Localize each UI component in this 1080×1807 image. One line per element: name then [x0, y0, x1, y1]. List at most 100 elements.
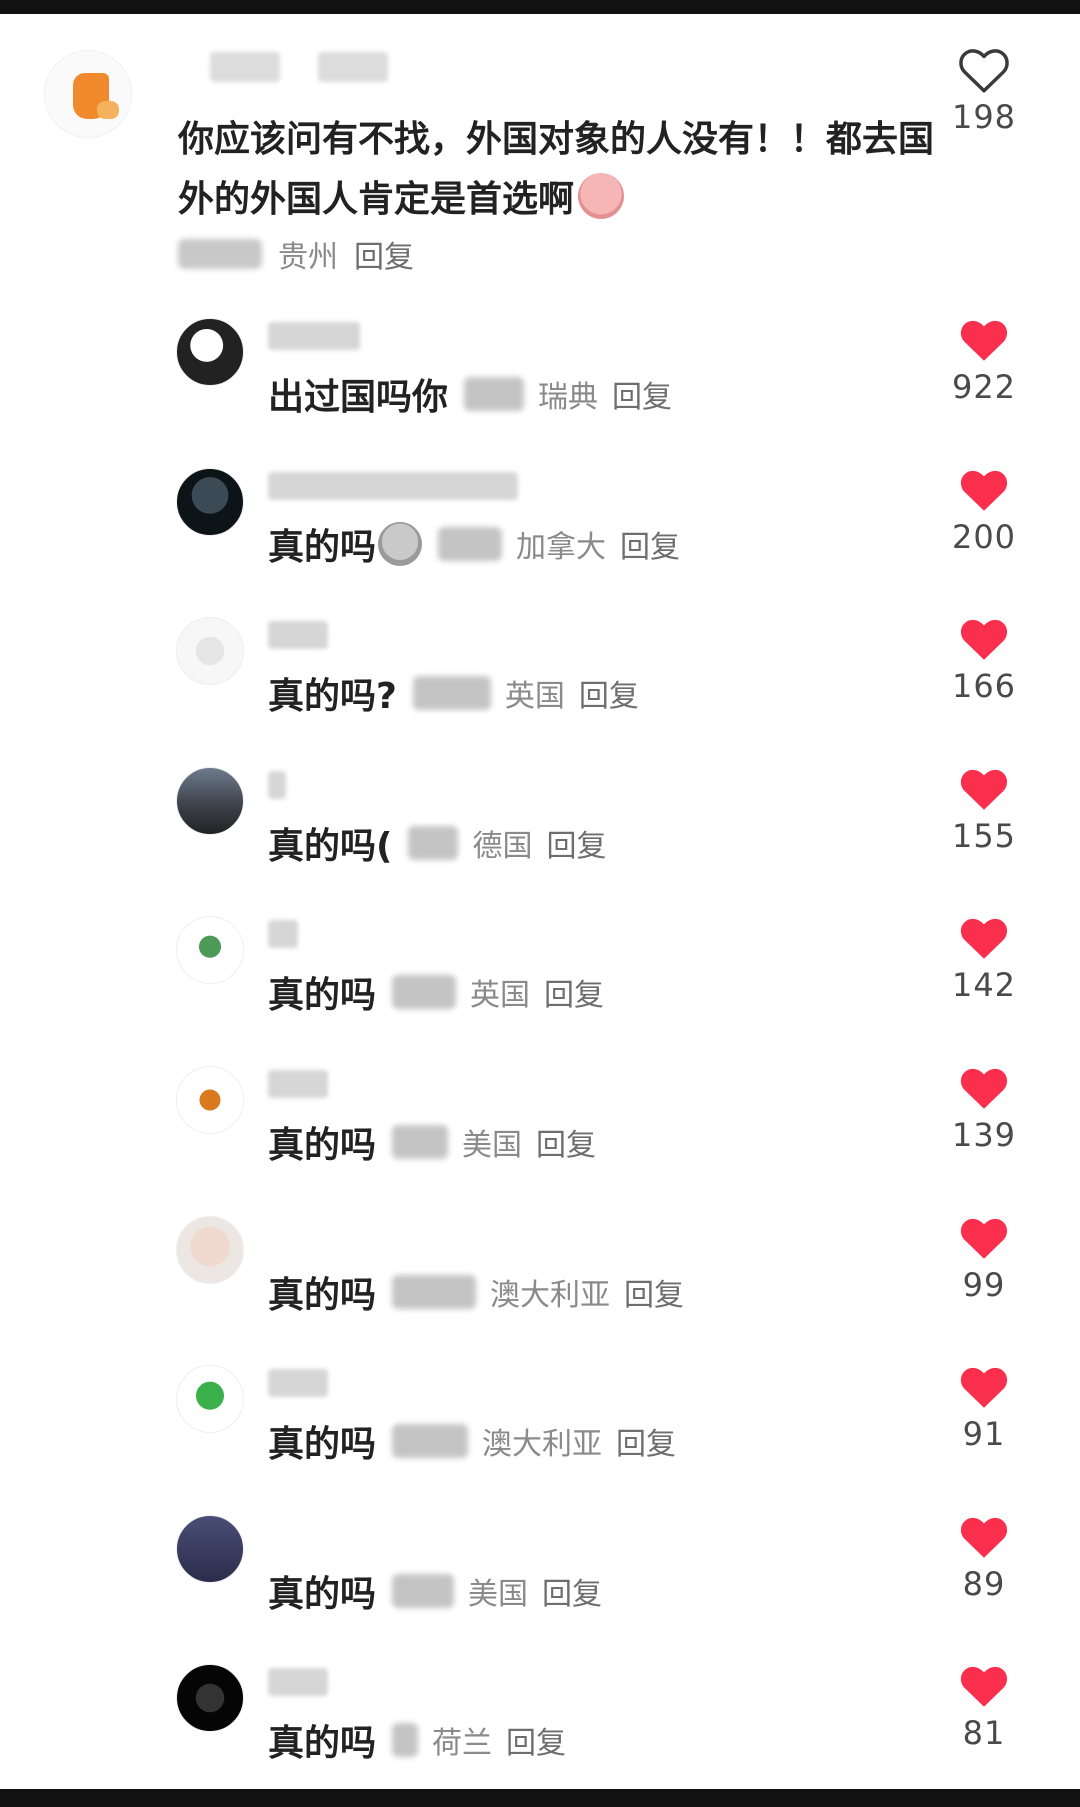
- like-count: 200: [951, 517, 1017, 556]
- reply-line: 真的吗(德国 回复: [268, 817, 606, 869]
- reply-item: 真的吗(德国 回复 155: [0, 759, 1080, 908]
- like-count: 139: [951, 1116, 1017, 1154]
- location-label: 加拿大: [516, 529, 607, 565]
- comment-text: 你应该问有不找，外国对象的人没有！！都去国外的外国人肯定是首选啊: [178, 119, 935, 220]
- username-blurred: [268, 770, 286, 799]
- reply-button[interactable]: 回复: [544, 970, 604, 1014]
- reply-text: 真的吗: [268, 1125, 377, 1166]
- location-label: 美国: [462, 1128, 523, 1163]
- reply-button[interactable]: 回复: [506, 1718, 566, 1762]
- anime-girl-avatar[interactable]: [176, 318, 244, 386]
- reply-line: 真的吗 美国 回复: [268, 1116, 596, 1168]
- grey-face-emoji-icon: [378, 521, 423, 566]
- reply-line: 真的吗 英国 回复: [268, 966, 604, 1018]
- time-blurred: [438, 526, 503, 561]
- username-blurred: [268, 322, 360, 350]
- like-count: 81: [962, 1714, 1006, 1753]
- building-avatar[interactable]: [176, 766, 244, 835]
- like-button[interactable]: 81: [924, 1662, 1044, 1752]
- reply-text: 真的吗: [268, 1274, 377, 1316]
- like-button[interactable]: 99: [924, 1214, 1044, 1304]
- reply-line: 真的吗 荷兰 回复: [268, 1714, 566, 1766]
- reply-button[interactable]: 回复: [616, 1419, 676, 1463]
- time-blurred: [392, 1723, 419, 1758]
- like-count: 99: [962, 1265, 1006, 1304]
- reply-text: 真的吗: [268, 1723, 377, 1765]
- dark-figure-avatar[interactable]: [176, 467, 244, 536]
- like-button[interactable]: 91: [924, 1363, 1044, 1453]
- like-button[interactable]: 200: [924, 466, 1044, 556]
- username-blurred: [268, 1369, 328, 1398]
- location-label: 澳大利亚: [490, 1277, 611, 1313]
- username-blurred: [268, 1668, 328, 1697]
- heart-filled-icon: [960, 1218, 1008, 1259]
- like-count: 155: [951, 816, 1017, 855]
- reply-text: 真的吗: [268, 526, 377, 568]
- like-button[interactable]: 198: [924, 46, 1044, 136]
- heart-filled-icon: [960, 1517, 1008, 1558]
- broccoli-green-avatar[interactable]: [176, 1365, 244, 1434]
- reply-line: 真的吗 澳大利亚 回复: [268, 1415, 676, 1467]
- reply-button[interactable]: 回复: [546, 821, 606, 865]
- reply-button[interactable]: 回复: [612, 372, 672, 416]
- heart-filled-icon: [960, 620, 1008, 660]
- night-sky-avatar[interactable]: [176, 1514, 244, 1583]
- reply-item: 真的吗 加拿大 回复 200: [0, 460, 1080, 609]
- reply-button[interactable]: 回复: [579, 671, 639, 715]
- reply-text: 真的吗: [268, 975, 377, 1017]
- like-button[interactable]: 155: [924, 765, 1044, 855]
- like-button[interactable]: 142: [924, 914, 1044, 1004]
- time-blurred: [412, 676, 491, 711]
- heart-filled-icon: [960, 769, 1008, 810]
- reply-item: 真的吗 美国 回复 139: [0, 1058, 1080, 1207]
- location-label: 荷兰: [432, 1726, 493, 1762]
- like-button[interactable]: 89: [924, 1513, 1044, 1603]
- location-label: 贵州: [278, 240, 338, 275]
- time-blurred: [392, 975, 457, 1010]
- location-label: 美国: [468, 1576, 529, 1612]
- reply-line: 真的吗 美国 回复: [268, 1565, 602, 1617]
- time-blurred: [178, 239, 262, 269]
- reply-button[interactable]: 回复: [542, 1569, 602, 1613]
- like-count: 142: [951, 966, 1017, 1005]
- reply-button[interactable]: 回复: [620, 522, 680, 566]
- reply-button[interactable]: 回复: [536, 1120, 596, 1164]
- reply-line: 真的吗 澳大利亚 回复: [268, 1266, 684, 1318]
- reply-button[interactable]: 回复: [624, 1270, 684, 1314]
- username-blurred: [210, 52, 280, 82]
- reply-item: 真的吗? 英国 回复 166: [0, 609, 1080, 758]
- white-bag-avatar[interactable]: [176, 617, 244, 686]
- burger-avatar[interactable]: [176, 1066, 244, 1134]
- heart-filled-icon: [960, 1667, 1008, 1708]
- reply-item: 真的吗 澳大利亚 回复 91: [0, 1357, 1080, 1506]
- like-button[interactable]: 166: [924, 615, 1044, 705]
- heart-filled-icon: [960, 1068, 1008, 1109]
- reply-item: 真的吗 英国 回复 142: [0, 908, 1080, 1057]
- heart-outline-icon: [959, 49, 1009, 93]
- like-button[interactable]: 922: [924, 316, 1044, 406]
- anime-boy-avatar[interactable]: [176, 1215, 244, 1284]
- like-count: 922: [951, 368, 1017, 406]
- time-blurred: [392, 1274, 477, 1309]
- like-button[interactable]: 139: [924, 1064, 1044, 1154]
- reply-item: 真的吗 美国 回复 89: [0, 1507, 1080, 1656]
- location-label: 英国: [470, 978, 531, 1014]
- like-count: 89: [962, 1564, 1006, 1603]
- time-blurred: [392, 1125, 449, 1159]
- reply-item: 真的吗 荷兰 回复 81: [0, 1656, 1080, 1805]
- heart-filled-icon: [960, 470, 1008, 511]
- like-count: 166: [951, 667, 1017, 706]
- reply-text: 真的吗?: [268, 676, 397, 718]
- time-blurred: [392, 1573, 455, 1608]
- username-blurred: [268, 621, 328, 650]
- avatar[interactable]: [44, 50, 132, 138]
- time-blurred: [408, 825, 459, 860]
- reply-text: 真的吗(: [268, 825, 393, 867]
- reply-text: 真的吗: [268, 1424, 377, 1466]
- heart-filled-icon: [960, 919, 1008, 960]
- reply-button[interactable]: 回复: [354, 232, 414, 276]
- dark-scene-avatar[interactable]: [176, 1664, 244, 1733]
- broccoli-avatar[interactable]: [176, 916, 244, 985]
- reply-line: 真的吗 加拿大 回复: [268, 518, 680, 570]
- location-label: 澳大利亚: [482, 1427, 603, 1463]
